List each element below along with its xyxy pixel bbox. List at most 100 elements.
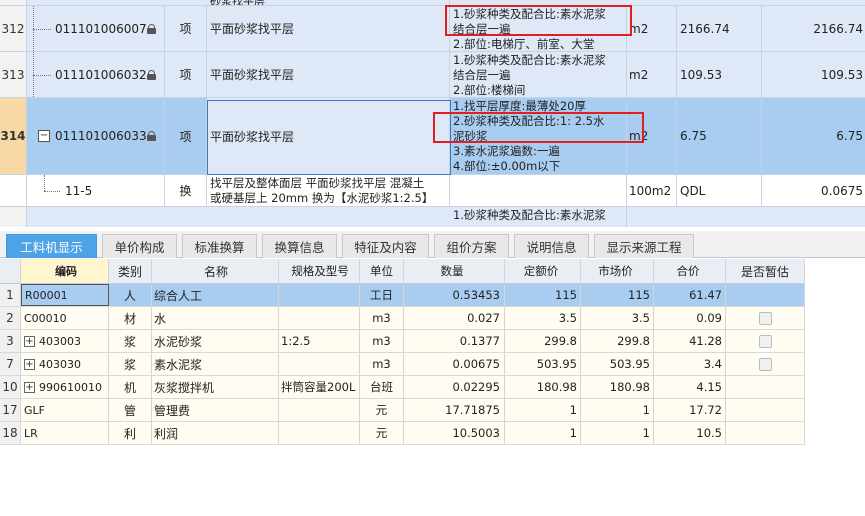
- lock-icon[interactable]: [147, 131, 156, 141]
- resource-market-price[interactable]: 1: [581, 399, 654, 421]
- resource-spec[interactable]: [279, 399, 360, 421]
- resource-category[interactable]: 浆: [109, 353, 152, 375]
- col-header-unit[interactable]: 单位: [360, 259, 404, 283]
- provisional-checkbox[interactable]: [758, 357, 772, 371]
- resource-unit[interactable]: 元: [360, 422, 404, 444]
- resource-spec[interactable]: [279, 307, 360, 329]
- resource-code[interactable]: C00010: [21, 307, 109, 329]
- tab-conversion-info[interactable]: 换算信息: [262, 234, 337, 258]
- col-header-provisional[interactable]: 是否暂估: [726, 259, 805, 283]
- resource-total[interactable]: 61.47: [654, 284, 726, 306]
- table-row[interactable]: 18 LR 利利润元 10.5003 1 1 10.5: [0, 422, 805, 445]
- resource-name[interactable]: 灰浆搅拌机: [152, 376, 279, 398]
- item-name[interactable]: 找平层及整体面层 平面砂浆找平层 混凝土 或硬基层上 20mm 换为【水泥砂浆1…: [207, 175, 450, 206]
- resource-quantity[interactable]: 0.00675: [404, 353, 505, 375]
- col-header-market-price[interactable]: 市场价: [581, 259, 654, 283]
- resource-spec[interactable]: [279, 422, 360, 444]
- item-quantity[interactable]: 6.75: [677, 98, 762, 174]
- tab-pricing-plan[interactable]: 组价方案: [434, 234, 509, 258]
- table-row[interactable]: 17 GLF 管管理费元 17.71875 1 1 17.72: [0, 399, 805, 422]
- resource-code[interactable]: +403003: [21, 330, 109, 352]
- resource-code[interactable]: +990610010: [21, 376, 109, 398]
- tab-labor-material-machine[interactable]: 工料机显示: [6, 234, 97, 258]
- col-header-category[interactable]: 类别: [109, 259, 152, 283]
- provisional-cell[interactable]: [726, 330, 805, 352]
- resource-total[interactable]: 3.4: [654, 353, 726, 375]
- resource-quantity[interactable]: 10.5003: [404, 422, 505, 444]
- provisional-cell[interactable]: [726, 284, 805, 306]
- provisional-cell[interactable]: [726, 422, 805, 444]
- resource-quantity[interactable]: 0.53453: [404, 284, 505, 306]
- table-row[interactable]: 7 +403030 浆素水泥浆 m3 0.00675 503.95 503.95 3.4: [0, 353, 805, 376]
- resource-name[interactable]: 水: [152, 307, 279, 329]
- resource-category[interactable]: 浆: [109, 330, 152, 352]
- resource-name[interactable]: 管理费: [152, 399, 279, 421]
- resource-quota-price[interactable]: 180.98: [505, 376, 581, 398]
- resource-quantity[interactable]: 0.027: [404, 307, 505, 329]
- col-header-name[interactable]: 名称: [152, 259, 279, 283]
- resource-market-price[interactable]: 115: [581, 284, 654, 306]
- provisional-checkbox[interactable]: [758, 311, 772, 325]
- resource-name[interactable]: 综合人工: [152, 284, 279, 306]
- resource-total[interactable]: 0.09: [654, 307, 726, 329]
- table-row[interactable]: 1 R00001 人综合人工 工日 0.53453 115 115 61.47: [0, 284, 805, 307]
- item-features[interactable]: 1.砂浆种类及配合比:素水泥浆 结合层一遍 2.部位:楼梯间: [450, 52, 627, 97]
- resource-quota-price[interactable]: 299.8: [505, 330, 581, 352]
- resource-quantity[interactable]: 17.71875: [404, 399, 505, 421]
- provisional-cell[interactable]: [726, 307, 805, 329]
- resource-spec[interactable]: 拌筒容量200L: [279, 376, 360, 398]
- expand-icon[interactable]: +: [24, 381, 35, 393]
- item-features[interactable]: 1.砂浆种类及配合比:素水泥浆 结合层一遍 2.部位:电梯厅、前室、大堂: [450, 6, 627, 51]
- col-header-total[interactable]: 合价: [654, 259, 726, 283]
- resource-market-price[interactable]: 299.8: [581, 330, 654, 352]
- resource-total[interactable]: 10.5: [654, 422, 726, 444]
- col-header-spec[interactable]: 规格及型号: [279, 259, 360, 283]
- resource-total[interactable]: 17.72: [654, 399, 726, 421]
- resource-category[interactable]: 材: [109, 307, 152, 329]
- table-row[interactable]: 312 011101006007 项 平面砂浆找平层 1.砂浆种类及配合比:素水…: [0, 6, 865, 52]
- table-row-partial[interactable]: 1.砂浆种类及配合比:素水泥浆: [0, 207, 865, 227]
- provisional-cell[interactable]: [726, 399, 805, 421]
- col-header-quantity[interactable]: 数量: [404, 259, 505, 283]
- resource-category[interactable]: 管: [109, 399, 152, 421]
- table-row[interactable]: 10 +990610010 机灰浆搅拌机 拌筒容量200L 台班 0.02295 180.9…: [0, 376, 805, 399]
- resource-market-price[interactable]: 503.95: [581, 353, 654, 375]
- resource-quota-price[interactable]: 115: [505, 284, 581, 306]
- lock-icon[interactable]: [147, 23, 156, 34]
- resource-unit[interactable]: 元: [360, 399, 404, 421]
- col-header-code[interactable]: 编码: [21, 259, 109, 283]
- resource-spec[interactable]: [279, 284, 360, 306]
- table-row-subitem[interactable]: 11-5 换 找平层及整体面层 平面砂浆找平层 混凝土 或硬基层上 20mm 换…: [0, 175, 865, 207]
- resource-quantity[interactable]: 0.1377: [404, 330, 505, 352]
- resource-total[interactable]: 4.15: [654, 376, 726, 398]
- resource-unit[interactable]: m3: [360, 330, 404, 352]
- tab-standard-conversion[interactable]: 标准换算: [182, 234, 257, 258]
- resource-name[interactable]: 水泥砂浆: [152, 330, 279, 352]
- item-quantity[interactable]: 2166.74: [677, 6, 762, 51]
- lock-icon[interactable]: [147, 69, 156, 80]
- resource-market-price[interactable]: 180.98: [581, 376, 654, 398]
- tab-features-content[interactable]: 特征及内容: [342, 234, 429, 258]
- resource-spec[interactable]: [279, 353, 360, 375]
- resource-total[interactable]: 41.28: [654, 330, 726, 352]
- resource-code[interactable]: +403030: [21, 353, 109, 375]
- item-name[interactable]: 平面砂浆找平层: [207, 6, 450, 51]
- resource-category[interactable]: 人: [109, 284, 152, 306]
- resource-spec[interactable]: 1:2.5: [279, 330, 360, 352]
- table-row[interactable]: 3 +403003 浆水泥砂浆 1:2.5 m3 0.1377 299.8 299.8 41.2…: [0, 330, 805, 353]
- resource-code[interactable]: LR: [21, 422, 109, 444]
- expand-icon[interactable]: +: [24, 358, 35, 370]
- item-features[interactable]: 1.找平层厚度:最薄处20厚 2.砂浆种类及配合比:1: 2.5水 泥砂浆 3.…: [450, 98, 627, 174]
- item-quantity[interactable]: 109.53: [677, 52, 762, 97]
- resource-quota-price[interactable]: 1: [505, 399, 581, 421]
- resource-market-price[interactable]: 1: [581, 422, 654, 444]
- provisional-checkbox[interactable]: [758, 334, 772, 348]
- resource-market-price[interactable]: 3.5: [581, 307, 654, 329]
- resource-name[interactable]: 利润: [152, 422, 279, 444]
- resource-name[interactable]: 素水泥浆: [152, 353, 279, 375]
- resource-unit[interactable]: 工日: [360, 284, 404, 306]
- resource-code[interactable]: R00001: [21, 284, 109, 306]
- resource-unit[interactable]: m3: [360, 307, 404, 329]
- provisional-cell[interactable]: [726, 376, 805, 398]
- resource-unit[interactable]: 台班: [360, 376, 404, 398]
